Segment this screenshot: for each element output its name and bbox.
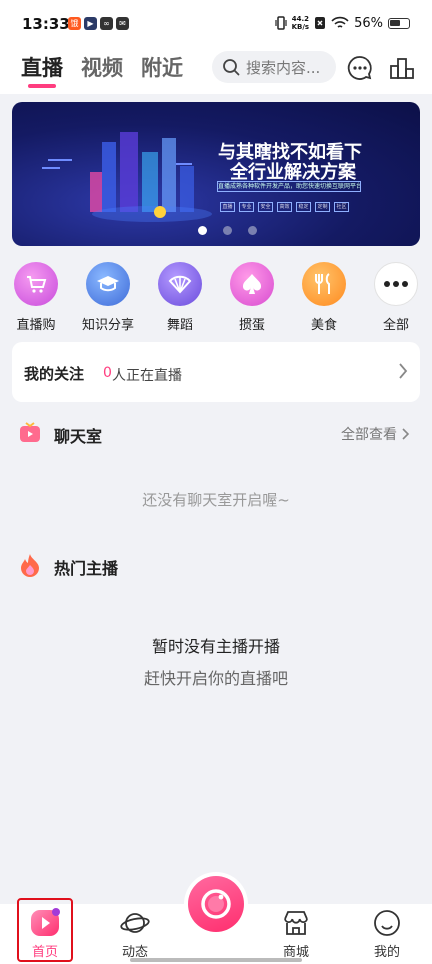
chevron-right-icon: [399, 363, 408, 379]
wifi-icon: [331, 16, 349, 28]
category-label: 知识分享: [81, 318, 134, 333]
cart-icon: [14, 262, 58, 306]
camera-lens-icon: [201, 889, 231, 919]
fork-knife-icon: [302, 262, 346, 306]
city-illustration-icon: [42, 132, 212, 222]
tab-live[interactable]: 直播: [21, 52, 63, 82]
smile-face-icon: [374, 910, 400, 936]
category-shopping[interactable]: 直播购: [4, 262, 68, 333]
start-live-button[interactable]: [188, 876, 244, 932]
selection-highlight: [17, 898, 73, 962]
nav-profile[interactable]: 我的: [357, 904, 417, 960]
category-label: 全部: [382, 318, 409, 333]
planet-icon: [120, 913, 150, 933]
message-icon[interactable]: [346, 54, 374, 82]
chatroom-empty-text: 还没有聊天室开启喔~: [142, 491, 290, 509]
fan-icon: [158, 262, 202, 306]
graduation-cap-icon: [86, 262, 130, 306]
notification-link-icon: ∞: [100, 17, 113, 30]
search-input[interactable]: 搜索内容...: [212, 51, 336, 83]
nav-profile-label: 我的: [373, 945, 400, 960]
banner-pagination: [198, 226, 257, 235]
nav-feed[interactable]: 动态: [105, 904, 165, 960]
banner-tags: 直播 专业 安全 高效 稳定 定制 社区: [220, 202, 349, 212]
banner-tag: 社区: [334, 202, 349, 212]
following-title: 我的关注: [24, 365, 85, 383]
notification-app-icon: 饿: [68, 17, 81, 30]
hot-hosts-empty-title: 暂时没有主播开播: [151, 637, 280, 656]
my-following-card[interactable]: 我的关注 0 人正在直播: [12, 342, 420, 402]
following-live-count: 0: [103, 365, 112, 381]
search-placeholder: 搜索内容...: [246, 58, 321, 77]
tab-nearby[interactable]: 附近: [141, 52, 183, 82]
view-all-chatrooms-link[interactable]: 全部查看: [341, 424, 410, 444]
category-label: 直播购: [16, 318, 56, 333]
banner-tag: 高效: [277, 202, 292, 212]
status-app-icons: 饿 ▶ ∞ ✉: [68, 17, 129, 30]
pagination-dot[interactable]: [223, 226, 232, 235]
category-all[interactable]: 全部: [364, 262, 428, 333]
category-label: 掼蛋: [238, 318, 265, 333]
tab-video[interactable]: 视频: [81, 52, 123, 82]
battery-icon: [388, 17, 410, 29]
hot-hosts-empty-subtitle: 赶快开启你的直播吧: [143, 669, 288, 688]
home-indicator[interactable]: [130, 958, 302, 962]
banner-subtitle: 直播成熟各种软件开发产品，助您快速切换互联网平台实现梦想: [217, 181, 361, 192]
category-food[interactable]: 美食: [292, 262, 356, 333]
notification-mail-icon: ✉: [116, 17, 129, 30]
category-knowledge[interactable]: 知识分享: [76, 262, 140, 333]
status-right: 44.2 KB/s 56%: [275, 15, 410, 31]
vibrate-icon: [275, 16, 287, 30]
status-time: 13:33: [22, 15, 70, 33]
category-dance[interactable]: 舞蹈: [148, 262, 212, 333]
banner-tag: 专业: [239, 202, 254, 212]
top-nav: 直播 视频 附近 搜索内容...: [0, 44, 432, 94]
active-tab-indicator: [28, 84, 56, 88]
pagination-dot[interactable]: [198, 226, 207, 235]
banner-tag: 直播: [220, 202, 235, 212]
hot-hosts-title: 热门主播: [54, 559, 119, 578]
sim-off-icon: [315, 17, 326, 29]
spade-icon: [230, 262, 274, 306]
status-bar: 13:33 饿 ▶ ∞ ✉ 44.2 KB/s 56%: [0, 0, 432, 50]
search-icon: [223, 59, 240, 76]
network-speed: 44.2 KB/s: [291, 15, 310, 31]
category-label: 美食: [310, 318, 337, 333]
chatroom-title: 聊天室: [54, 427, 103, 446]
category-guandan[interactable]: 掼蛋: [220, 262, 284, 333]
banner-tag: 安全: [258, 202, 273, 212]
notification-play-icon: ▶: [84, 17, 97, 30]
store-icon: [284, 911, 308, 935]
pagination-dot[interactable]: [248, 226, 257, 235]
nav-mall[interactable]: 商城: [266, 904, 326, 960]
battery-level: 56%: [354, 15, 383, 31]
chevron-right-icon: [402, 428, 410, 440]
ranking-icon[interactable]: [388, 54, 416, 82]
category-label: 舞蹈: [166, 318, 193, 333]
following-live-status: 人正在直播: [112, 368, 182, 384]
flame-icon: [21, 554, 39, 577]
banner-tag: 稳定: [296, 202, 311, 212]
banner-tag: 定制: [315, 202, 330, 212]
tv-icon: [20, 422, 40, 442]
view-all-label: 全部查看: [341, 427, 397, 443]
more-icon: [374, 262, 418, 306]
promo-banner[interactable]: 与其瞎找不如看下 全行业解决方案 直播成熟各种软件开发产品，助您快速切换互联网平…: [12, 102, 420, 246]
category-row: 直播购 知识分享 舞蹈 掼蛋 美食 全部: [0, 262, 432, 334]
